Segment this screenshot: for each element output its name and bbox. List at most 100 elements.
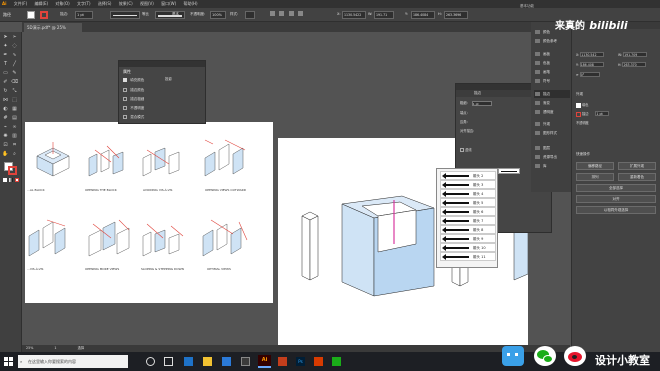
shape-builder-tool-icon[interactable]: ◐	[2, 106, 9, 113]
x-field[interactable]: 1130.5422	[342, 11, 366, 19]
stroke-color-box[interactable]	[8, 166, 17, 175]
attr-checkbox-2[interactable]	[123, 88, 127, 92]
color-mode-icon[interactable]	[3, 178, 7, 182]
eraser-tool-icon[interactable]: ⌫	[11, 79, 18, 86]
align-left-icon[interactable]	[270, 11, 275, 16]
canvas[interactable]: ...AL BLOCK OPENING THE BLOCK AVOIDING V…	[22, 32, 552, 352]
attr-row-4[interactable]: 不透明度	[123, 105, 203, 113]
none-mode-icon[interactable]	[15, 178, 19, 182]
artboard-diagrams[interactable]: ...AL BLOCK OPENING THE BLOCK AVOIDING V…	[25, 122, 273, 303]
attr-checkbox-5[interactable]	[123, 115, 127, 119]
arrow-end-select[interactable]	[498, 168, 520, 174]
y-field[interactable]: 186.4084	[411, 11, 435, 19]
prop-w-input[interactable]: 191.709	[623, 52, 648, 57]
align-center-icon[interactable]	[279, 11, 285, 16]
menu-type[interactable]: 文字(T)	[77, 0, 91, 8]
appearance-opacity-row[interactable]: 不透明度	[576, 120, 589, 125]
curvature-tool-icon[interactable]: ∿	[11, 52, 18, 59]
fill-swatch[interactable]	[27, 11, 35, 19]
document-tab[interactable]: 5D演示.pdf* @ 25% (RGB/GPU 预览) ×	[24, 23, 82, 39]
appearance-fill-swatch[interactable]	[576, 102, 581, 108]
dock-stroke[interactable]: 描边	[534, 90, 570, 98]
scale-tool-icon[interactable]: ⤡	[11, 88, 18, 95]
zoom-tool-icon[interactable]: ⌕	[11, 151, 18, 158]
dock-asset-export[interactable]: 资源导出	[534, 153, 570, 161]
free-transform-tool-icon[interactable]: ⬚	[11, 97, 18, 104]
gradient-mode-icon[interactable]	[9, 178, 13, 182]
selection-tool-icon[interactable]: ➤	[2, 34, 9, 41]
menu-edit[interactable]: 编辑(E)	[34, 0, 48, 8]
dock-symbols[interactable]: 符号	[534, 77, 570, 85]
photoshop-icon[interactable]: Ps	[296, 357, 305, 366]
dock-color-guide[interactable]: 颜色参考	[534, 37, 570, 45]
appearance-stroke-input[interactable]: 1 pt	[595, 111, 610, 116]
perspective-grid-tool-icon[interactable]: ▦	[11, 106, 18, 113]
prop-angle-input[interactable]: 0°	[579, 72, 600, 77]
opacity-field[interactable]: 100%	[210, 11, 226, 19]
prop-y-input[interactable]: 186.408	[579, 62, 604, 67]
expand-appearance-button[interactable]: 扩展外观	[618, 162, 656, 170]
task-view-icon[interactable]	[164, 357, 173, 366]
style-select[interactable]	[245, 11, 255, 19]
blend-tool-icon[interactable]: ∞	[11, 124, 18, 131]
align-right-icon[interactable]	[288, 11, 294, 16]
windows-start-icon[interactable]	[4, 357, 13, 366]
paintbrush-tool-icon[interactable]: ✎	[11, 70, 18, 77]
rotate-tool-icon[interactable]: ↻	[2, 88, 9, 95]
slice-tool-icon[interactable]: ⌗	[11, 142, 18, 149]
width-tool-icon[interactable]: ⋈	[2, 97, 9, 104]
arrow-option[interactable]: 箭头 11	[440, 252, 496, 261]
attr-row-1[interactable]: 填充颜色 投影	[123, 77, 203, 85]
menu-window[interactable]: 窗口(W)	[161, 0, 176, 8]
w-field[interactable]: 191.71	[374, 11, 394, 19]
zoom-level[interactable]: 25%	[26, 346, 33, 350]
dock-appearance[interactable]: 外观	[534, 120, 570, 128]
rectangle-tool-icon[interactable]: ▭	[2, 70, 9, 77]
dock-libraries[interactable]: 库	[534, 162, 570, 170]
attr-row-2[interactable]: 描边颜色	[123, 87, 203, 95]
cortana-icon[interactable]	[146, 357, 155, 366]
prop-h-input[interactable]: 263.370	[622, 62, 647, 67]
office-icon[interactable]	[314, 357, 323, 366]
menu-select[interactable]: 选择(S)	[98, 0, 112, 8]
attr-checkbox-4[interactable]	[123, 106, 127, 110]
wechat-taskbar-icon[interactable]	[332, 357, 341, 366]
arrow-option[interactable]: 箭头 2	[440, 171, 496, 180]
appearance-fill-row[interactable]: 填色	[576, 102, 588, 108]
arrow-option[interactable]: 箭头 4	[440, 189, 496, 198]
dock-artboards[interactable]: 画板	[534, 50, 570, 58]
dock-swatches[interactable]: 色板	[534, 59, 570, 67]
arrow-option[interactable]: 箭头 3	[440, 180, 496, 189]
offset-path-button[interactable]: 偏移路径	[576, 162, 614, 170]
menu-view[interactable]: 视图(V)	[140, 0, 154, 8]
attr-checkbox-3[interactable]	[123, 97, 127, 101]
align-top-icon[interactable]	[297, 11, 303, 16]
arrow-option[interactable]: 箭头 6	[440, 207, 496, 216]
lasso-tool-icon[interactable]: ◌	[11, 43, 18, 50]
file-explorer-icon[interactable]	[203, 357, 212, 366]
dock-transparency[interactable]: 透明度	[534, 108, 570, 116]
arrange-button[interactable]: 排列	[576, 173, 614, 181]
stroke-swatch[interactable]	[40, 11, 48, 19]
taskbar-search-box[interactable]: ⌕ 在这里输入你要搜索的内容	[18, 355, 128, 368]
dock-brushes[interactable]: 画笔	[534, 68, 570, 76]
dock-gradient[interactable]: 渐变	[534, 99, 570, 107]
eyedropper-tool-icon[interactable]: ⌁	[2, 124, 9, 131]
appearance-stroke-row[interactable]: 描边 1 pt	[576, 111, 610, 117]
powerpoint-icon[interactable]	[278, 357, 287, 366]
graph-tool-icon[interactable]: ▥	[11, 133, 18, 140]
recolor-button[interactable]: 重新着色	[618, 173, 656, 181]
page-number[interactable]: 1	[54, 346, 56, 350]
stroke-weight-field[interactable]: 1 pt	[75, 11, 93, 19]
arrow-option[interactable]: 箭头 5	[440, 198, 496, 207]
menu-help[interactable]: 帮助(H)	[183, 0, 197, 8]
select-same-appearance-button[interactable]: 以相同外观选择	[576, 206, 656, 214]
arrow-option[interactable]: 箭头 7	[440, 216, 496, 225]
stroke-weight-input[interactable]: 1 pt	[471, 100, 492, 106]
arrow-option[interactable]: 箭头 8	[440, 225, 496, 234]
store-icon[interactable]	[222, 357, 231, 366]
type-tool-icon[interactable]: T	[2, 61, 9, 68]
appearance-stroke-swatch[interactable]	[576, 111, 581, 117]
artboard-tool-icon[interactable]: ⊡	[2, 142, 9, 149]
mesh-tool-icon[interactable]: #	[2, 115, 9, 122]
